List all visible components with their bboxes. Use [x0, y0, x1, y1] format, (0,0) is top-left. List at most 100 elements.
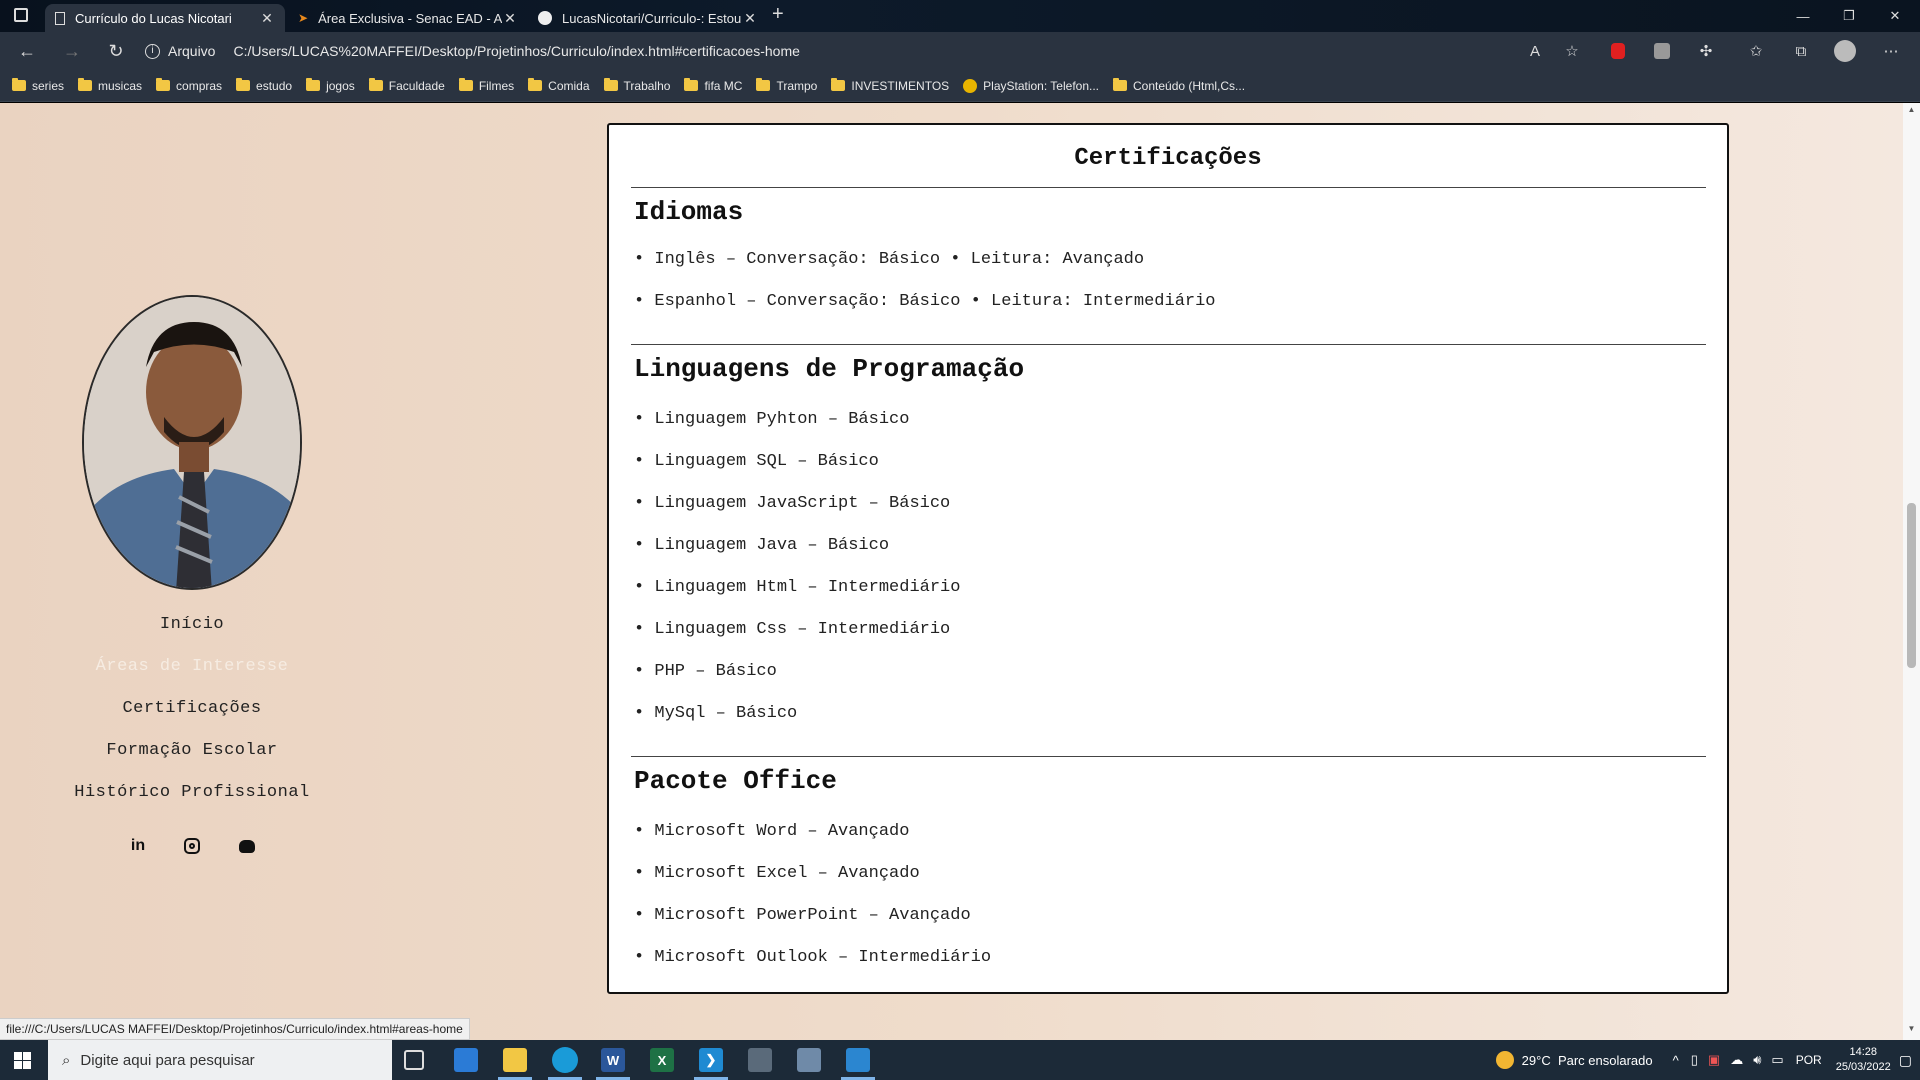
tray-security-icon[interactable]: ▣: [1708, 1052, 1720, 1068]
clock[interactable]: 14:28 25/03/2022: [1836, 1045, 1891, 1075]
bookmark-investimentos[interactable]: INVESTIMENTOS: [831, 78, 949, 93]
list-item: • Linguagem Pyhton – Básico: [634, 410, 910, 429]
read-aloud-icon[interactable]: A: [1524, 40, 1546, 62]
scrollbar-thumb[interactable]: [1907, 503, 1916, 668]
tab-senac[interactable]: ➤ Área Exclusiva - Senac EAD - Alu ✕: [288, 4, 528, 32]
vscode-icon[interactable]: ❯: [699, 1048, 723, 1072]
forward-button[interactable]: →: [60, 39, 84, 63]
nav-areas-de-interesse[interactable]: Áreas de Interesse: [0, 657, 384, 676]
bookmark-trabalho[interactable]: Trabalho: [603, 78, 670, 93]
address-bar[interactable]: i Arquivo C:/Users/LUCAS%20MAFFEI/Deskto…: [145, 36, 1585, 66]
system-tray: 29°C Parc ensolarado ^ ▯ ▣ ☁ 🔊︎ ▭ POR 14…: [1495, 1040, 1912, 1080]
list-item: • Linguagem SQL – Básico: [634, 452, 879, 471]
avatar: [82, 295, 302, 590]
list-item: • Microsoft Word – Avançado: [634, 822, 910, 841]
close-window-button[interactable]: ✕: [1872, 0, 1918, 32]
folder-icon: [78, 78, 93, 91]
folder-icon: [831, 78, 846, 91]
close-icon[interactable]: ✕: [742, 10, 758, 27]
weather-text[interactable]: 29°C Parc ensolarado: [1522, 1053, 1653, 1068]
tab-actions-icon[interactable]: [14, 8, 28, 22]
folder-icon: [306, 78, 321, 91]
task-view-icon[interactable]: [404, 1050, 424, 1070]
photos-icon[interactable]: [846, 1048, 870, 1072]
collections-icon[interactable]: ⧉: [1790, 40, 1812, 62]
restore-button[interactable]: ❐: [1826, 0, 1872, 32]
calculator-icon[interactable]: [748, 1048, 772, 1072]
reload-button[interactable]: ↻: [104, 39, 128, 63]
nav-formacao-escolar[interactable]: Formação Escolar: [0, 741, 384, 760]
bookmark-series[interactable]: series: [12, 78, 64, 93]
search-icon: ⌕: [62, 1051, 71, 1069]
menu-icon[interactable]: ⋯: [1880, 40, 1902, 62]
bookmark-musicas[interactable]: musicas: [78, 78, 142, 93]
folder-icon: [12, 78, 26, 91]
minimize-button[interactable]: —: [1780, 0, 1826, 32]
section-heading-linguagens: Linguagens de Programação: [634, 354, 1025, 384]
folder-icon: [1113, 78, 1128, 91]
chevron-up-icon[interactable]: ^: [1673, 1053, 1679, 1068]
instagram-icon[interactable]: [181, 835, 203, 857]
tray-app-icon[interactable]: ▯: [1691, 1052, 1698, 1068]
close-icon[interactable]: ✕: [259, 10, 275, 27]
tab-github[interactable]: LucasNicotari/Curriculo-: Estou n ✕: [528, 4, 768, 32]
extensions-puzzle-icon[interactable]: ✣: [1695, 40, 1717, 62]
bookmark-conteudo[interactable]: Conteúdo (Html,Cs...: [1113, 78, 1245, 93]
back-button[interactable]: ←: [15, 39, 39, 63]
tab-title: Área Exclusiva - Senac EAD - Alu: [318, 10, 502, 26]
senac-icon: ➤: [298, 11, 309, 25]
bookmark-comida[interactable]: Comida: [528, 78, 590, 93]
extension-red-icon[interactable]: [1607, 40, 1629, 62]
list-item: • Espanhol – Conversação: Básico • Leitu…: [634, 292, 1216, 311]
bookmark-faculdade[interactable]: Faculdade: [368, 78, 445, 93]
list-item: • Microsoft PowerPoint – Avançado: [634, 906, 971, 925]
cloud-icon[interactable]: ☁: [1730, 1052, 1743, 1068]
new-tab-button[interactable]: +: [772, 3, 784, 26]
scroll-down-arrow-icon[interactable]: ▼: [1903, 1024, 1920, 1038]
bookmark-filmes[interactable]: Filmes: [458, 78, 514, 93]
nav-inicio[interactable]: Início: [0, 615, 384, 634]
network-icon[interactable]: ▭: [1771, 1052, 1783, 1068]
excel-icon[interactable]: X: [650, 1048, 674, 1072]
clock-time: 14:28: [1849, 1046, 1877, 1058]
status-bar: file:///C:/Users/LUCAS MAFFEI/Desktop/Pr…: [0, 1018, 470, 1040]
app-window-icon[interactable]: [797, 1048, 821, 1072]
github-icon[interactable]: [236, 835, 258, 857]
tab-curriculo[interactable]: Currículo do Lucas Nicotari ✕: [45, 4, 285, 32]
store-icon[interactable]: [454, 1048, 478, 1072]
address-label: Arquivo: [168, 43, 216, 59]
extension-m-icon[interactable]: [1651, 40, 1673, 62]
nav-historico-profissional[interactable]: Histórico Profissional: [0, 783, 384, 802]
bookmark-trampo[interactable]: Trampo: [756, 78, 817, 93]
profile-avatar[interactable]: [1834, 40, 1856, 62]
windows-start-icon[interactable]: [14, 1052, 31, 1069]
bookmark-fifa-mc[interactable]: fifa MC: [684, 78, 742, 93]
linkedin-icon[interactable]: in: [127, 835, 149, 857]
file-explorer-icon[interactable]: [503, 1048, 527, 1072]
list-item: • MySql – Básico: [634, 704, 798, 723]
bookmark-jogos[interactable]: jogos: [306, 78, 355, 93]
certifications-card: Certificações Idiomas • Inglês – Convers…: [607, 123, 1729, 994]
bookmark-compras[interactable]: compras: [156, 78, 222, 93]
nav-certificacoes[interactable]: Certificações: [0, 699, 384, 718]
edge-icon[interactable]: [552, 1047, 578, 1073]
volume-icon[interactable]: 🔊︎: [1753, 1052, 1761, 1068]
language-indicator[interactable]: POR: [1796, 1053, 1822, 1067]
taskbar-search[interactable]: ⌕ Digite aqui para pesquisar: [48, 1040, 392, 1080]
list-item: • Microsoft Excel – Avançado: [634, 864, 920, 883]
address-url[interactable]: C:/Users/LUCAS%20MAFFEI/Desktop/Projetin…: [233, 43, 799, 59]
favorites-icon[interactable]: ✩: [1745, 40, 1767, 62]
word-icon[interactable]: W: [601, 1048, 625, 1072]
scroll-up-arrow-icon[interactable]: ▲: [1903, 105, 1920, 119]
weather-icon[interactable]: [1495, 1051, 1514, 1069]
notifications-icon[interactable]: ▢: [1899, 1052, 1912, 1069]
bookmark-playstation[interactable]: PlayStation: Telefon...: [963, 78, 1099, 93]
bookmark-estudo[interactable]: estudo: [236, 78, 292, 93]
page-scrollbar[interactable]: ▲ ▼: [1903, 103, 1920, 1040]
address-toolbar: ← → ↻ i Arquivo C:/Users/LUCAS%20MAFFEI/…: [0, 32, 1920, 70]
close-icon[interactable]: ✕: [502, 10, 518, 27]
sidebar: Início Áreas de Interesse Certificações …: [0, 103, 384, 1040]
favorite-star-icon[interactable]: ☆: [1561, 40, 1583, 62]
folder-icon: [528, 78, 543, 91]
search-placeholder: Digite aqui para pesquisar: [80, 1051, 255, 1069]
